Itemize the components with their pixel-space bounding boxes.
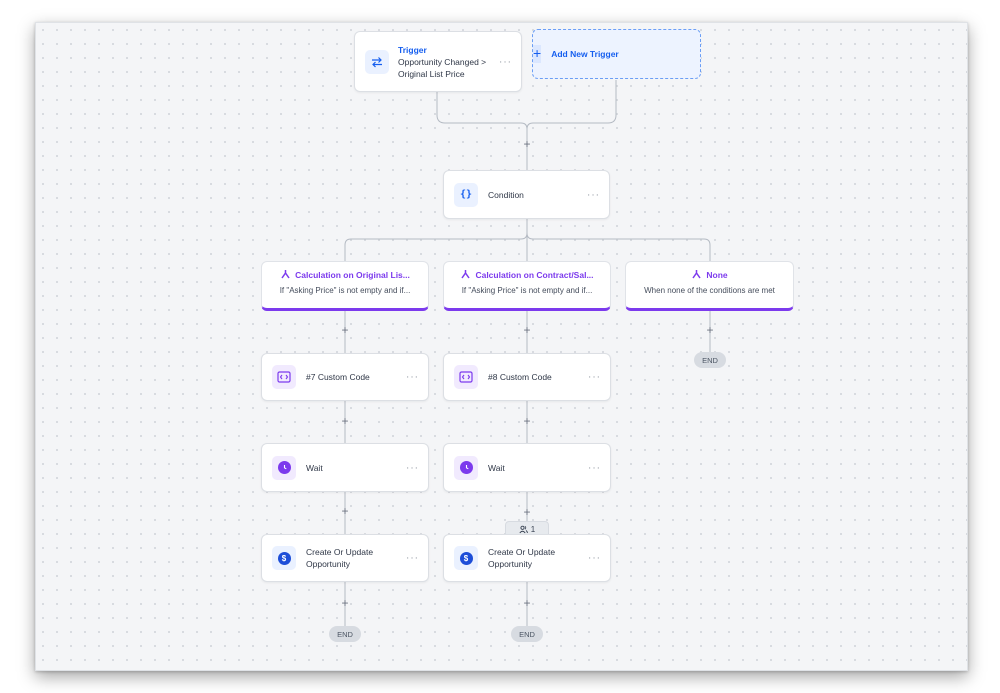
opportunity-label-line1: Create Or Update xyxy=(488,547,556,557)
add-step-button[interactable]: + xyxy=(521,506,533,518)
dollar-glyph: $ xyxy=(459,551,473,565)
add-step-button[interactable]: + xyxy=(339,597,351,609)
workflow-canvas[interactable]: Trigger Opportunity Changed > Original L… xyxy=(35,22,968,671)
create-update-opportunity-node[interactable]: $ Create Or Update Opportunity ··· xyxy=(261,534,429,582)
switch-arrows-icon xyxy=(365,49,389,74)
plus-glyph: + xyxy=(533,45,542,61)
custom-code-label: #8 Custom Code xyxy=(488,372,552,382)
custom-code-8-node[interactable]: #8 Custom Code ··· xyxy=(443,353,611,401)
branch-title: Calculation on Original Lis... xyxy=(295,269,410,280)
add-step-button[interactable]: + xyxy=(704,324,716,336)
branch-title-wrap: Calculation on Original Lis... xyxy=(262,269,428,280)
custom-code-label: #7 Custom Code xyxy=(306,372,370,382)
branch-subtitle: If "Asking Price" is not empty and if... xyxy=(461,286,593,295)
end-marker: END xyxy=(694,352,726,368)
custom-code-menu-button[interactable]: ··· xyxy=(406,372,419,383)
add-step-button[interactable]: + xyxy=(339,324,351,336)
add-new-trigger-button[interactable]: + Add New Trigger xyxy=(532,29,701,79)
create-update-opportunity-node[interactable]: $ Create Or Update Opportunity ··· xyxy=(443,534,611,582)
dollar-glyph: $ xyxy=(277,551,291,565)
trigger-subtitle-line1: Opportunity Changed > xyxy=(398,56,487,67)
branch-title: Calculation on Contract/Sal... xyxy=(475,269,594,280)
wait-node[interactable]: Wait ··· xyxy=(261,443,429,492)
contact-count: 1 xyxy=(530,524,536,534)
trigger-text: Trigger Opportunity Changed > Original L… xyxy=(398,44,486,80)
wait-menu-button[interactable]: ··· xyxy=(588,462,601,473)
add-step-button[interactable]: + xyxy=(339,505,351,517)
opportunity-label-line2: Opportunity xyxy=(306,559,350,569)
add-step-button[interactable]: + xyxy=(521,597,533,609)
branch-icon xyxy=(281,270,290,279)
wait-label: Wait xyxy=(306,462,323,473)
branch-subtitle: When none of the conditions are met xyxy=(644,286,775,295)
end-marker: END xyxy=(329,626,361,642)
dollar-icon: $ xyxy=(454,546,478,570)
braces-icon: {} xyxy=(454,182,478,207)
opportunity-menu-button[interactable]: ··· xyxy=(588,553,601,564)
plus-icon: + xyxy=(533,45,542,63)
wait-node[interactable]: Wait ··· xyxy=(443,443,611,492)
branch-title-wrap: None xyxy=(626,269,793,280)
branch-contract-sale[interactable]: Calculation on Contract/Sal... If "Askin… xyxy=(443,261,611,311)
add-step-button[interactable]: + xyxy=(521,138,533,150)
custom-code-menu-button[interactable]: ··· xyxy=(588,372,601,383)
opportunity-menu-button[interactable]: ··· xyxy=(406,553,419,564)
trigger-menu-button[interactable]: ··· xyxy=(499,57,512,68)
trigger-subtitle-line2: Original List Price xyxy=(398,68,465,79)
add-step-button[interactable]: + xyxy=(339,415,351,427)
branch-icon xyxy=(461,270,471,279)
branch-none[interactable]: None When none of the conditions are met xyxy=(625,261,794,311)
opportunity-label: Create Or Update Opportunity xyxy=(306,546,373,570)
code-icon xyxy=(272,365,296,389)
clock-icon xyxy=(272,455,296,480)
add-new-trigger-label: Add New Trigger xyxy=(551,49,619,59)
trigger-node[interactable]: Trigger Opportunity Changed > Original L… xyxy=(354,31,522,92)
wait-menu-button[interactable]: ··· xyxy=(406,462,419,473)
wait-label: Wait xyxy=(488,462,505,473)
users-icon xyxy=(519,525,528,533)
condition-node[interactable]: {} Condition ··· xyxy=(443,170,610,219)
opportunity-label-line1: Create Or Update xyxy=(306,547,374,557)
condition-label: Condition xyxy=(488,189,524,200)
add-step-button[interactable]: + xyxy=(521,324,533,336)
trigger-title: Trigger xyxy=(398,44,427,55)
code-icon xyxy=(454,365,478,389)
add-step-button[interactable]: + xyxy=(521,415,533,427)
branch-title-wrap: Calculation on Contract/Sal... xyxy=(444,269,610,280)
branch-original-list-price[interactable]: Calculation on Original Lis... If "Askin… xyxy=(261,261,429,311)
condition-menu-button[interactable]: ··· xyxy=(587,189,600,200)
dollar-icon: $ xyxy=(272,546,296,570)
opportunity-label: Create Or Update Opportunity xyxy=(488,546,555,570)
opportunity-label-line2: Opportunity xyxy=(488,559,532,569)
clock-icon xyxy=(454,455,478,480)
braces-glyph: {} xyxy=(459,189,473,200)
end-marker: END xyxy=(511,626,543,642)
custom-code-7-node[interactable]: #7 Custom Code ··· xyxy=(261,353,429,401)
branch-subtitle: If "Asking Price" is not empty and if... xyxy=(279,286,411,295)
branch-title: None xyxy=(706,269,728,280)
branch-icon xyxy=(692,270,701,279)
